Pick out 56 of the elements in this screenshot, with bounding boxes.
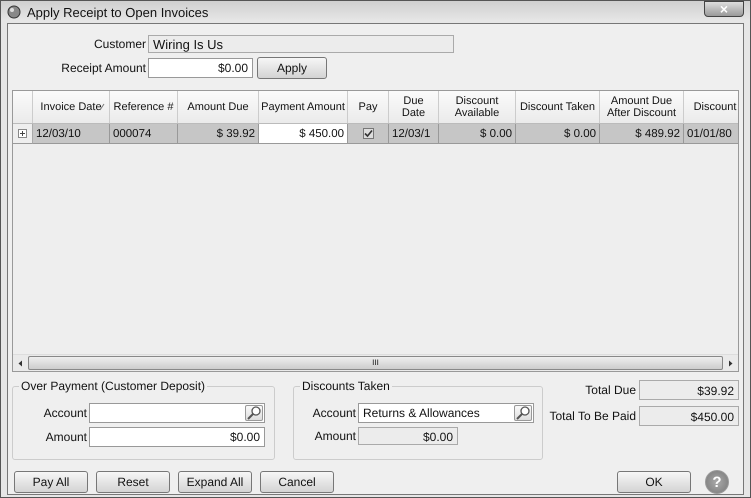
column-header[interactable]: Invoice Date [33,91,110,123]
table-cell: $ 0.00 [439,124,516,144]
receipt-amount-label: Receipt Amount [60,61,147,75]
column-header[interactable]: Discount Taken [516,91,600,123]
customer-field: Wiring Is Us [148,35,454,53]
amount-field: $0.00 [358,427,458,445]
action-button[interactable]: Expand All [178,471,252,493]
window-title: Apply Receipt to Open Invoices [27,4,208,20]
account-value: Returns & Allowances [363,405,480,422]
total-label: Total To Be Paid [549,409,636,423]
ok-button[interactable]: OK [617,471,691,493]
table-cell: $ 450.00 [259,124,348,144]
column-header[interactable]: Reference # [110,91,178,123]
total-field: $450.00 [639,406,739,426]
column-header[interactable]: Payment Amount [259,91,348,123]
column-header[interactable]: Discount [684,91,738,123]
app-icon [7,5,21,19]
expand-button[interactable] [18,129,27,138]
group-title: Over Payment (Customer Deposit) [19,379,208,393]
table-cell: $ 0.00 [516,124,600,144]
column-header[interactable]: Amount Due After Discount [600,91,684,123]
action-button[interactable]: Pay All [14,471,88,493]
search-icon [515,405,531,421]
table-cell: 12/03/10 [33,124,110,144]
group-title: Discounts Taken [300,379,392,393]
table-cell: 01/01/80 [684,124,738,144]
account-label: Account [312,406,356,420]
total-label: Total Due [585,383,636,397]
action-button[interactable]: Reset [96,471,170,493]
column-header[interactable]: Discount Available [439,91,516,123]
column-header[interactable]: Amount Due [178,91,259,123]
customer-label: Customer [92,37,147,51]
account-label: Account [42,406,87,420]
table-cell: 000074 [110,124,178,144]
scrollbar-thumb[interactable]: III [28,356,723,370]
amount-label: Amount [44,430,87,444]
account-field[interactable]: Returns & Allowances [358,403,534,423]
total-field: $39.92 [639,380,739,400]
pay-checkbox[interactable] [362,128,374,139]
horizontal-scrollbar[interactable]: III [13,354,738,371]
amount-field[interactable]: $0.00 [89,427,265,447]
scroll-left-icon[interactable] [17,360,24,366]
search-button[interactable] [514,405,532,421]
scroll-right-icon[interactable] [727,360,734,366]
apply-button[interactable]: Apply [257,57,327,79]
column-header[interactable]: Pay [348,91,389,123]
amount-label: Amount [314,429,356,443]
search-button[interactable] [245,405,263,421]
table-row[interactable]: 12/03/10 000074 $ 39.92 $ 450.00 12/03/1 $ 0.00 $ 0.00 $ 489.92 01/01/80 [13,124,738,144]
receipt-amount-field[interactable]: $0.00 [148,58,253,78]
action-button[interactable]: Cancel [260,471,334,493]
column-header[interactable]: Due Date [389,91,439,123]
table-cell: $ 489.92 [600,124,684,144]
table-cell: 12/03/1 [389,124,439,144]
account-field[interactable] [89,403,265,423]
search-icon [246,405,262,421]
